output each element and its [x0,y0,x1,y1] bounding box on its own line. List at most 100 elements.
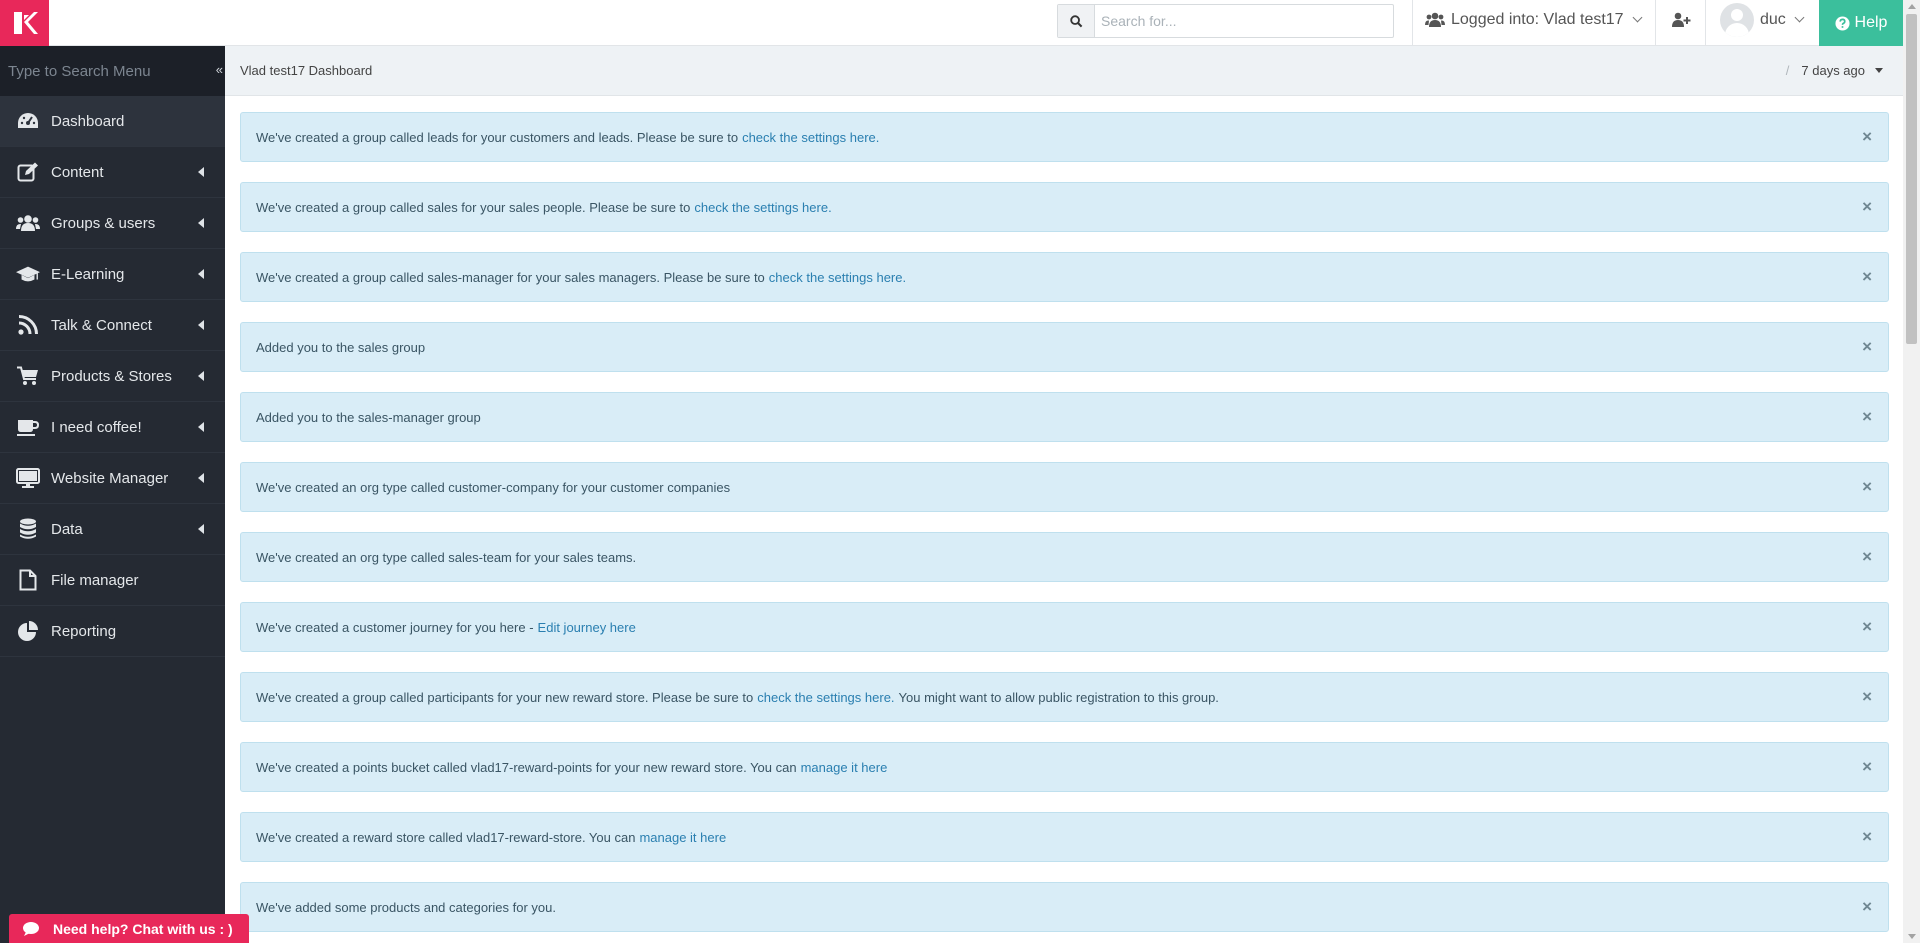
chat-label: Need help? Chat with us : ) [53,920,233,937]
sidebar-item-products-stores[interactable]: Products & Stores [0,351,225,402]
close-icon[interactable]: × [1862,338,1872,355]
users-icon [16,211,40,235]
close-icon[interactable]: × [1862,548,1872,565]
edit-icon [16,160,40,184]
caret-left-icon [198,371,204,381]
alert-link[interactable]: check the settings here. [769,270,906,285]
caret-left-icon [198,422,204,432]
global-search [1057,4,1394,38]
alert-item: We've created a group called sales for y… [240,182,1889,232]
alert-text: We've created an org type called custome… [256,479,731,495]
sidebar-item-data[interactable]: Data [0,504,225,555]
user-name: duc [1760,11,1786,28]
breadcrumb: Vlad test17 Dashboard [240,63,373,78]
sidebar-item-coffee[interactable]: I need coffee! [0,402,225,453]
sidebar-item-reporting[interactable]: Reporting [0,606,225,657]
close-icon[interactable]: × [1862,618,1872,635]
breadcrumb-bar: Vlad test17 Dashboard / 7 days ago [225,46,1903,96]
menu-search: « [0,46,225,96]
close-icon[interactable]: × [1862,128,1872,145]
alert-text: We've created a reward store called vlad… [256,829,636,845]
sidebar-item-dashboard[interactable]: Dashboard [0,96,225,147]
pie-chart-icon [16,619,40,643]
search-button[interactable] [1058,5,1095,37]
graduation-cap-icon [16,262,40,286]
file-icon [16,568,40,592]
user-menu[interactable]: duc [1720,0,1805,40]
desktop-icon [16,466,40,490]
alert-item: We've created an org type called sales-t… [240,532,1889,582]
question-circle-icon [1835,15,1850,31]
caret-left-icon [198,524,204,534]
caret-left-icon [198,269,204,279]
comment-icon [21,921,41,937]
alert-link[interactable]: check the settings here. [694,200,831,215]
scroll-down-arrow[interactable] [1908,934,1916,939]
coffee-icon [16,415,40,439]
alert-item: We've created a customer journey for you… [240,602,1889,652]
close-icon[interactable]: × [1862,758,1872,775]
menu-search-input[interactable] [0,46,205,96]
sidebar-item-groups-users[interactable]: Groups & users [0,198,225,249]
alert-link[interactable]: check the settings here. [757,690,894,705]
alert-text: Added you to the sales group [256,339,426,355]
top-navbar: Logged into: Vlad test17 duc Help [0,0,1903,46]
sidebar-item-label: Reporting [51,622,117,640]
alert-text: We've created a group called participant… [256,689,754,705]
breadcrumb-separator: / [1785,63,1790,78]
page-scrollbar[interactable] [1903,0,1920,943]
sidebar: « Dashboard Content Groups & users [0,46,225,943]
avatar [1720,3,1754,37]
alert-item: We've created a reward store called vlad… [240,812,1889,862]
alert-link[interactable]: check the settings here. [742,130,879,145]
close-icon[interactable]: × [1862,478,1872,495]
alert-text: We've created a customer journey for you… [256,619,534,635]
sidebar-item-file-manager[interactable]: File manager [0,555,225,606]
collapse-sidebar-icon[interactable]: « [216,62,223,77]
alert-link[interactable]: manage it here [801,760,888,775]
alert-text: We've created a group called sales for y… [256,199,691,215]
scrollbar-thumb[interactable] [1906,14,1917,344]
close-icon[interactable]: × [1862,408,1872,425]
alert-link[interactable]: manage it here [639,830,726,845]
alert-text: We've created a group called leads for y… [256,129,739,145]
scroll-up-arrow[interactable] [1908,4,1916,9]
caret-left-icon [198,167,204,177]
chat-widget-button[interactable]: Need help? Chat with us : ) [9,914,249,943]
sidebar-item-label: Data [51,520,83,538]
sidebar-item-e-learning[interactable]: E-Learning [0,249,225,300]
alert-item: We've created a group called leads for y… [240,112,1889,162]
users-icon [1425,12,1445,27]
help-label: Help [1854,14,1888,31]
close-icon[interactable]: × [1862,898,1872,915]
sidebar-item-website-manager[interactable]: Website Manager [0,453,225,504]
brand-logo-icon [13,12,38,34]
caret-left-icon [198,473,204,483]
search-input[interactable] [1095,5,1393,37]
time-filter-label: 7 days ago [1801,63,1865,78]
account-switcher[interactable]: Logged into: Vlad test17 [1425,0,1643,40]
logo[interactable] [0,0,49,46]
help-button[interactable]: Help [1819,0,1903,46]
alert-item: We've created an org type called custome… [240,462,1889,512]
logged-into-label: Logged into: Vlad test17 [1451,11,1624,28]
caret-left-icon [198,320,204,330]
close-icon[interactable]: × [1862,828,1872,845]
user-plus-icon [1672,12,1691,27]
close-icon[interactable]: × [1862,268,1872,285]
sidebar-item-label: E-Learning [51,265,125,283]
sidebar-item-label: Dashboard [51,112,125,130]
add-user-button[interactable] [1655,0,1707,40]
close-icon[interactable]: × [1862,198,1872,215]
sidebar-item-talk-connect[interactable]: Talk & Connect [0,300,225,351]
database-icon [16,517,40,541]
time-filter-dropdown[interactable]: / 7 days ago [1786,63,1883,78]
alert-item: We've added some products and categories… [240,882,1889,932]
chevron-down-icon [1794,12,1805,23]
sidebar-item-label: Groups & users [51,214,156,232]
alert-link[interactable]: Edit journey here [538,620,636,635]
close-icon[interactable]: × [1862,688,1872,705]
sidebar-item-label: Products & Stores [51,367,172,385]
alert-item: We've created a group called participant… [240,672,1889,722]
sidebar-item-content[interactable]: Content [0,147,225,198]
